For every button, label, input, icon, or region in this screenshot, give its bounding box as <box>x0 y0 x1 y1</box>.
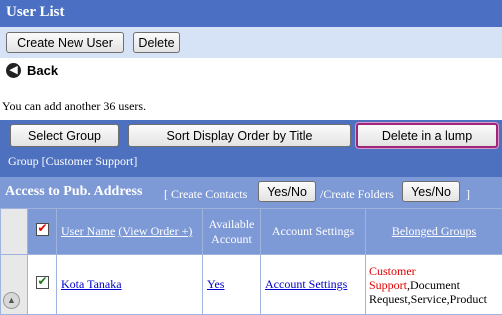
account-settings-link[interactable]: Account Settings <box>265 277 347 291</box>
create-folders-yes-no-button[interactable]: Yes/No <box>402 181 460 202</box>
row-checkbox[interactable]: ✔ <box>36 276 49 289</box>
toolbar: Create New User Delete <box>0 27 502 58</box>
check-mark-icon: ✔ <box>38 221 48 235</box>
account-settings-header: Account Settings <box>261 209 366 255</box>
belonged-groups-link[interactable]: Belonged Groups <box>392 224 476 238</box>
back-link[interactable]: ◀ Back <box>6 63 58 78</box>
back-label: Back <box>27 63 58 78</box>
delete-in-lump-button[interactable]: Delete in a lump <box>356 123 498 148</box>
available-link[interactable]: Yes <box>207 277 224 291</box>
user-name-link[interactable]: Kota Tanaka <box>61 277 122 291</box>
group-label: Group [Customer Support] <box>8 154 137 169</box>
select-all-cell: ✔ <box>28 209 57 255</box>
access-title: Access to Pub. Address <box>5 184 142 200</box>
select-all-checkbox[interactable]: ✔ <box>36 223 49 236</box>
view-order-link[interactable]: (View Order +) <box>118 224 192 238</box>
close-bracket: ] <box>466 187 470 202</box>
user-name-sort-link[interactable]: User Name <box>61 224 115 238</box>
delete-button[interactable]: Delete <box>133 32 180 53</box>
available-account-header: Available Account <box>203 209 261 255</box>
create-contacts-label: [ Create Contacts <box>164 187 247 202</box>
create-contacts-yes-no-button[interactable]: Yes/No <box>258 181 316 202</box>
check-mark-icon: ✔ <box>38 274 48 288</box>
belonged-groups-header: Belonged Groups <box>366 209 502 255</box>
back-arrow-icon: ◀ <box>6 63 21 78</box>
user-name-header: User Name (View Order +) <box>57 209 203 255</box>
create-new-user-button[interactable]: Create New User <box>6 32 124 53</box>
create-folders-label: /Create Folders <box>320 187 394 202</box>
scroll-up-icon[interactable]: ▲ <box>3 292 20 309</box>
user-table: ✔ User Name (View Order +) Available Acc… <box>0 208 502 315</box>
table-header-row: ✔ User Name (View Order +) Available Acc… <box>1 209 502 255</box>
select-group-button[interactable]: Select Group <box>10 124 119 147</box>
scroll-column-header <box>1 209 28 255</box>
info-text: You can add another 36 users. <box>2 99 146 114</box>
sort-display-order-button[interactable]: Sort Display Order by Title <box>128 124 351 147</box>
page-title: User List <box>0 0 502 27</box>
